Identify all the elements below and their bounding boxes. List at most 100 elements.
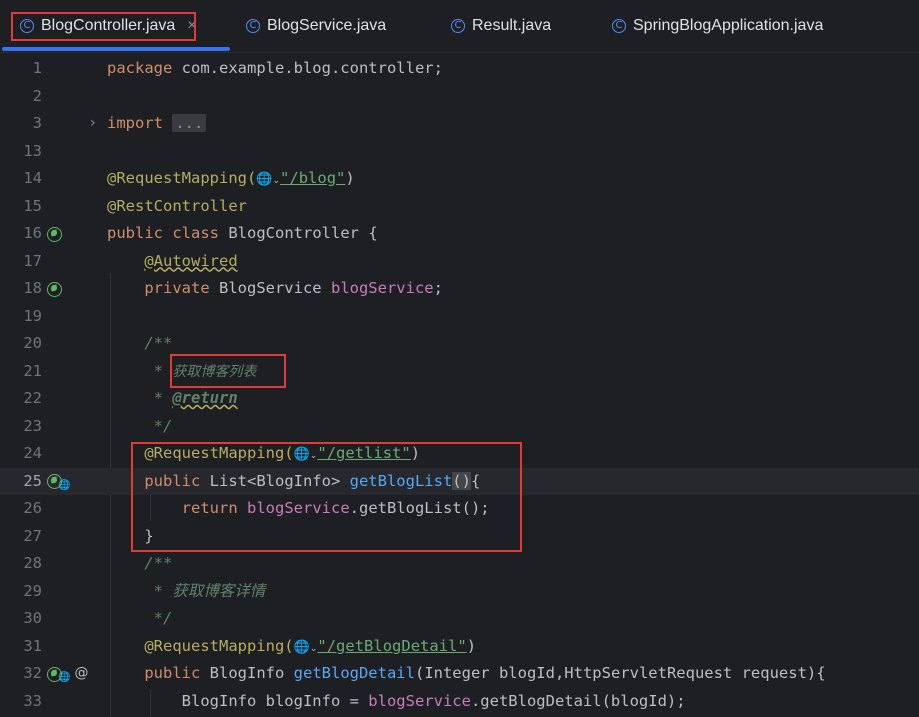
code-method: getBlogDetail (293, 664, 415, 682)
code-line[interactable]: 33 BlogInfo blogInfo = blogService.getBl… (0, 688, 919, 716)
line-number: 17 (23, 251, 42, 270)
line-number: 22 (23, 389, 42, 407)
globe-icon[interactable]: 🌐 (294, 640, 310, 655)
code-line[interactable]: 1 package com.example.blog.controller; (0, 55, 919, 83)
class-icon: C (451, 19, 465, 33)
code-keyword: package (107, 59, 173, 77)
line-number: 26 (23, 499, 42, 517)
tab-label: BlogController.java (41, 17, 176, 34)
tab-label: BlogService.java (267, 17, 387, 34)
code-doc-comment: * (144, 389, 173, 407)
fold-arrow-icon[interactable]: › (90, 110, 96, 138)
code-text: BlogInfo (200, 664, 294, 682)
code-line[interactable]: 20 /** (0, 330, 919, 358)
line-number: 13 (23, 141, 42, 160)
code-annotation: @RestController (107, 196, 247, 215)
code-line[interactable]: 18 private BlogService blogService; (0, 275, 919, 303)
code-doc-tag: @return (172, 389, 238, 407)
line-number: 32 (23, 664, 42, 682)
line-number: 33 (23, 691, 42, 710)
gutter-icons (47, 225, 62, 243)
code-parens: () (452, 471, 471, 490)
code-doc-comment: */ (144, 609, 173, 627)
code-method: getBlogList (349, 471, 453, 490)
gutter-icons: 🌐 @ (47, 665, 88, 683)
tab-blog-controller[interactable]: C BlogController.java × (20, 11, 197, 41)
code-text: { (470, 471, 481, 490)
line-number: 23 (23, 416, 42, 435)
spring-bean-icon[interactable] (47, 226, 62, 242)
code-line[interactable]: 28 /** (0, 550, 919, 578)
code-keyword: class (172, 224, 220, 242)
close-icon[interactable]: × (187, 17, 196, 35)
chevron-down-icon[interactable]: ⌄ (273, 176, 281, 186)
line-number: 19 (23, 306, 42, 325)
code-line[interactable]: 29 * 获取博客详情 (0, 578, 919, 606)
line-number: 2 (32, 86, 42, 105)
code-line[interactable]: 32 🌐 @ public BlogInfo getBlogDetail(Inte… (0, 660, 919, 688)
code-field: blogService (368, 691, 471, 710)
tab-spring-blog-application[interactable]: C SpringBlogApplication.java (612, 11, 823, 41)
folded-imports[interactable]: ... (172, 114, 207, 132)
code-line[interactable]: 14 @RequestMapping(🌐⌄"/blog") (0, 165, 919, 193)
tab-label: Result.java (472, 17, 552, 34)
line-number: 18 (23, 279, 42, 297)
tab-result[interactable]: C Result.java (451, 11, 551, 41)
code-editor[interactable]: 1 package com.example.blog.controller; 2… (0, 53, 919, 717)
code-line[interactable]: 26 return blogService.getBlogList(); (0, 495, 919, 523)
code-doc-comment: * 获取博客详情 (144, 581, 266, 600)
code-line[interactable]: 23 */ (0, 413, 919, 441)
code-text: BlogController { (219, 224, 378, 242)
code-text: ) (466, 636, 477, 655)
code-doc-comment-text: 获取博客列表 (172, 363, 257, 380)
line-number: 1 (32, 59, 42, 77)
code-keyword: return (181, 499, 238, 517)
code-doc-comment: /** (144, 334, 173, 352)
line-number: 15 (23, 196, 42, 215)
code-doc-comment: * (144, 361, 173, 380)
code-line-current[interactable]: 25 🌐 public List<BlogInfo> getBlogList()… (0, 467, 919, 495)
annotation-at-icon[interactable]: @ (74, 660, 88, 688)
tab-blog-service[interactable]: C BlogService.java (246, 11, 386, 41)
code-line[interactable]: 22 * @return (0, 385, 919, 413)
code-string: "/blog" (280, 169, 346, 187)
editor-tab-bar: C BlogController.java × C BlogService.ja… (0, 0, 919, 53)
globe-icon[interactable]: 🌐 (294, 447, 310, 462)
code-line[interactable]: 30 */ (0, 605, 919, 633)
spring-bean-navigate-icon[interactable] (47, 281, 62, 297)
code-text: com.example.blog.controller; (172, 59, 443, 77)
code-line[interactable]: 24 @RequestMapping(🌐⌄"/getlist") (0, 440, 919, 468)
code-line[interactable]: 31 @RequestMapping(🌐⌄"/getBlogDetail") (0, 633, 919, 661)
spring-bean-icon[interactable] (47, 666, 62, 682)
code-line[interactable]: 2 (0, 83, 919, 111)
code-line[interactable]: 13 (0, 138, 919, 166)
code-line[interactable]: 19 (0, 303, 919, 331)
gutter-icons: 🌐 (47, 473, 70, 491)
line-number: 27 (23, 526, 42, 545)
line-number: 21 (23, 361, 42, 380)
class-icon: C (246, 19, 260, 33)
spring-class-icon: C (612, 19, 626, 33)
class-icon: C (20, 19, 34, 33)
code-text: .getBlogList(); (349, 499, 490, 517)
globe-icon[interactable]: 🌐 (256, 172, 272, 187)
code-text: BlogInfo blogInfo = (181, 691, 369, 710)
code-line[interactable]: 16 public class BlogController { (0, 220, 919, 248)
code-line[interactable]: 15 @RestController (0, 193, 919, 221)
line-number: 14 (23, 169, 42, 187)
code-line[interactable]: 3 › import ... (0, 110, 919, 138)
code-string: "/getlist" (317, 444, 411, 462)
code-text: ) (410, 444, 421, 462)
code-keyword: private (144, 279, 210, 297)
code-line[interactable]: 21 * 获取博客列表 (0, 358, 919, 386)
active-tab-indicator (2, 47, 230, 51)
code-line[interactable]: 27 } (0, 523, 919, 551)
spring-bean-icon[interactable] (47, 474, 62, 489)
code-text: .getBlogDetail(blogId); (470, 691, 686, 710)
code-line[interactable]: 17 @Autowired (0, 248, 919, 276)
line-number: 29 (23, 581, 42, 600)
code-keyword: import (107, 114, 163, 132)
code-string: "/getBlogDetail" (317, 636, 467, 655)
code-annotation: @RequestMapping( (144, 636, 294, 655)
line-number: 25 (23, 471, 42, 490)
